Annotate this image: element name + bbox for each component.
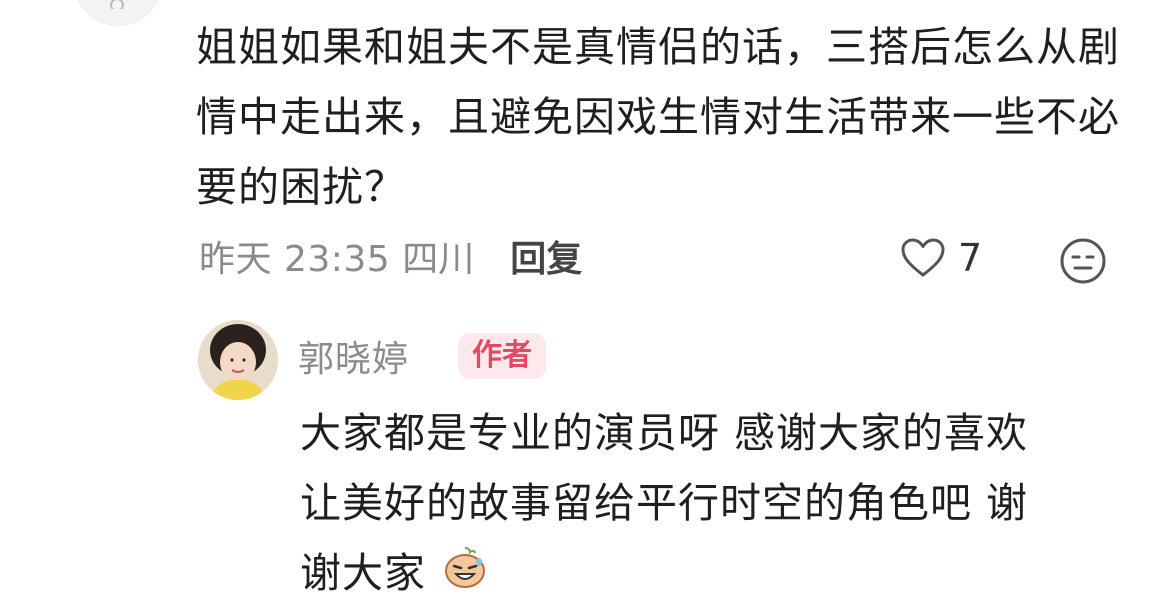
reply-author-name[interactable]: 郭晓婷 [298,330,409,382]
comment-time: 昨天 23:35 [199,239,391,280]
reply-line-text: 谢大家 [300,549,426,597]
author-badge: 作者 [458,333,546,379]
reply-author-avatar[interactable] [198,320,278,400]
dislike-button[interactable] [1058,236,1108,286]
comment-location: 四川 [402,239,475,280]
reply-line: 让美好的故事留给平行时空的角色吧 谢 [300,479,1029,527]
neutral-face-icon [1060,238,1106,284]
heart-icon [901,238,945,277]
like-button[interactable]: 7 [900,232,982,284]
like-count: 7 [958,236,983,280]
reply-line: 大家都是专业的演员呀 感谢大家的喜欢 [300,409,1029,457]
sun-icon [105,0,129,9]
commenter-avatar[interactable] [74,0,162,26]
reply-line: 谢大家 [300,538,1120,611]
comment-text: 姐姐如果和姐夫不是真情侣的话，三搭后怎么从剧情中走出来，且避免因戏生情对生活带来… [196,23,1120,211]
reply-button[interactable]: 回复 [510,230,582,282]
grinning-sweat-emoji-icon [442,541,488,611]
reply-text: 大家都是专业的演员呀 感谢大家的喜欢 让美好的故事留给平行时空的角色吧 谢 谢大… [300,398,1120,611]
comment-meta: 昨天 23:35 四川 回复 [199,230,582,282]
portrait-image [198,320,278,400]
